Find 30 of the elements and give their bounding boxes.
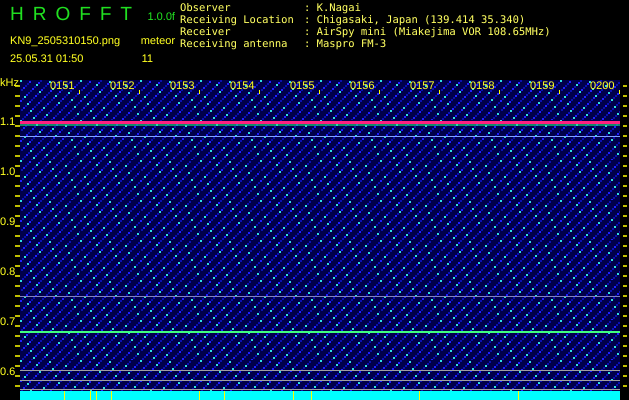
meteor-count: 11: [142, 53, 153, 65]
info-value: : Chigasaki, Japan (139.414 35.340): [304, 14, 526, 26]
time-label: 0200: [590, 80, 616, 92]
info-value: : K.Nagai: [304, 2, 362, 14]
info-label: Receiving antenna: [180, 38, 288, 50]
time-label: 0151: [50, 80, 76, 92]
info-label: Receiver: [180, 26, 232, 38]
timestamp: 25.05.31 01:50: [10, 53, 84, 65]
axis-label: 0.6: [0, 366, 16, 378]
info-value: : Maspro FM-3: [304, 38, 388, 50]
time-label: 0155: [290, 80, 316, 92]
time-label: 0156: [350, 80, 376, 92]
info-label: Receiving Location: [180, 14, 295, 26]
info-label: Observer: [180, 2, 232, 14]
time-label: 0159: [530, 80, 556, 92]
axis-label: 0.8: [0, 266, 16, 278]
file-name: KN9_2505310150.png: [10, 35, 120, 47]
time-label: 0152: [110, 80, 136, 92]
axis-unit: kHz: [0, 76, 20, 91]
meteor-label: meteor: [140, 35, 175, 47]
version-label: 1.0.0f: [147, 11, 175, 23]
time-label: 0157: [410, 80, 436, 92]
axis-label: 1.0: [0, 166, 16, 178]
axis-label: 1.1: [0, 116, 16, 128]
axis-label: 0.7: [0, 316, 16, 328]
axis-label: 0.9: [0, 216, 16, 228]
info-value: : AirSpy mini (Miakejima VOR 108.65MHz): [304, 26, 551, 38]
time-label: 0158: [470, 80, 496, 92]
time-label: 0153: [170, 80, 196, 92]
app-title: HROFFT: [10, 4, 142, 26]
